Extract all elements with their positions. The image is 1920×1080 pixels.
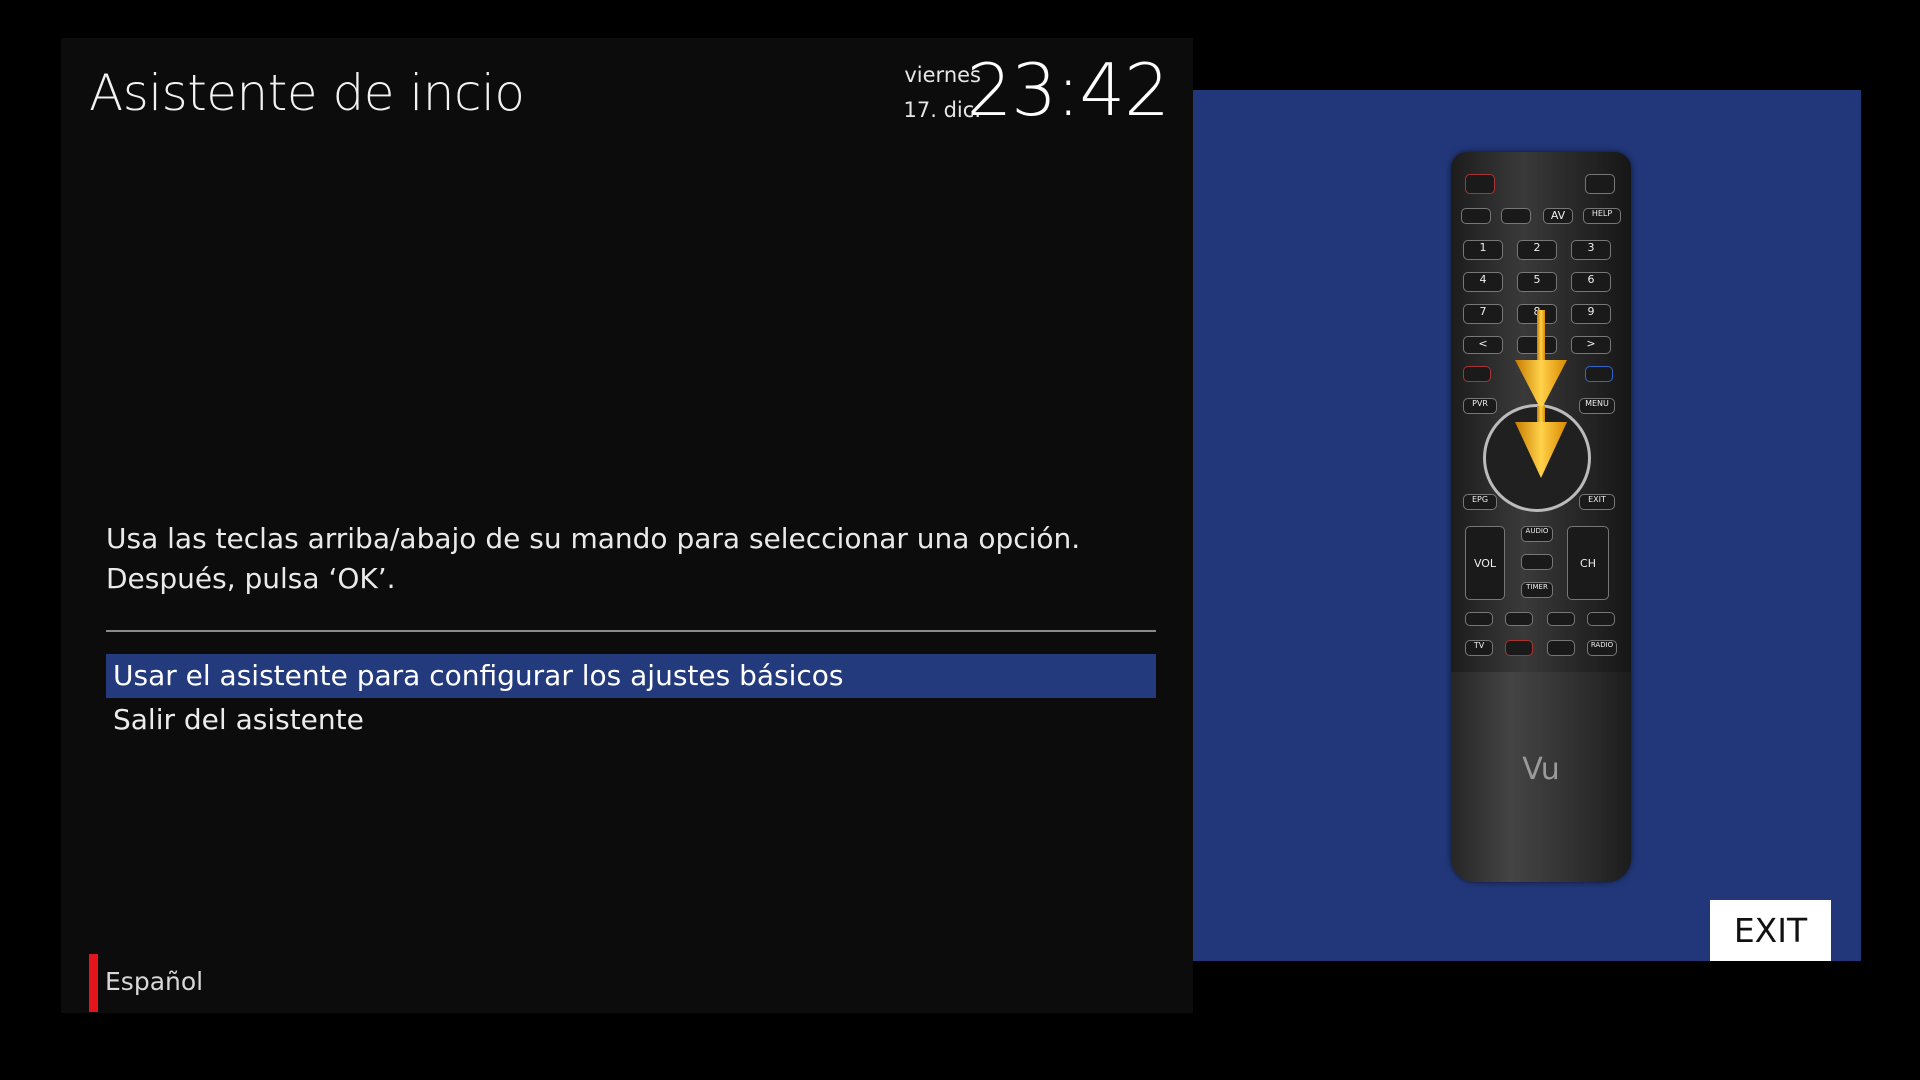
remote-key: RADIO [1587,640,1617,656]
remote-key [1547,612,1575,626]
remote-key: 6 [1571,272,1611,292]
globe-button-icon [1585,174,1615,194]
remote-illustration-panel: AV HELP 1 2 3 4 5 6 7 8 9 < > PVR MENU E… [1193,90,1861,961]
remote-key: AUDIO [1521,526,1553,542]
remote-key: VOL [1465,526,1505,600]
record-key-icon [1505,640,1533,656]
menu-item-use-wizard[interactable]: Usar el asistente para configurar los aj… [106,654,1156,698]
remote-key: TV [1465,640,1493,656]
menu-item-exit-wizard[interactable]: Salir del asistente [106,698,1156,742]
remote-control-image: AV HELP 1 2 3 4 5 6 7 8 9 < > PVR MENU E… [1451,152,1631,882]
wizard-panel: Asistente de incio viernes 17. dic. 23:4… [61,38,1193,1013]
remote-key: CH [1567,526,1609,600]
remote-key: EPG [1463,494,1497,510]
instructions-line-1: Usa las teclas arriba/abajo de su mando … [106,522,1081,555]
remote-key [1501,208,1531,224]
remote-brand-logo: Vu [1522,752,1560,787]
stop-key-icon [1547,640,1575,656]
remote-key: 2 [1517,240,1557,260]
remote-key [1521,554,1553,570]
language-indicator [89,954,98,1012]
remote-key: 4 [1463,272,1503,292]
remote-key: > [1571,336,1611,354]
remote-key [1505,612,1533,626]
blue-key-icon [1585,366,1613,382]
remote-key: EXIT [1579,494,1615,510]
remote-key: TIMER [1521,582,1553,598]
remote-key: 9 [1571,304,1611,324]
instructions-line-2: Después, pulsa ‘OK’. [106,562,396,595]
page-title: Asistente de incio [89,64,525,122]
remote-key: 5 [1517,272,1557,292]
remote-key: AV [1543,208,1573,224]
remote-key: 3 [1571,240,1611,260]
remote-key: HELP [1583,208,1621,224]
down-arrow-icon [1515,310,1567,478]
remote-key: 1 [1463,240,1503,260]
clock: 23:42 [966,48,1170,132]
remote-key [1461,208,1491,224]
divider [106,630,1156,632]
instructions: Usa las teclas arriba/abajo de su mando … [106,519,1166,599]
wizard-menu: Usar el asistente para configurar los aj… [106,654,1156,742]
language-label: Español [105,967,204,996]
remote-key: MENU [1579,398,1615,414]
remote-key [1465,612,1493,626]
remote-key: 7 [1463,304,1503,324]
power-button-icon [1465,174,1495,194]
remote-key [1587,612,1615,626]
remote-key: < [1463,336,1503,354]
exit-button[interactable]: EXIT [1710,900,1831,961]
red-key-icon [1463,366,1491,382]
remote-key: PVR [1463,398,1497,414]
